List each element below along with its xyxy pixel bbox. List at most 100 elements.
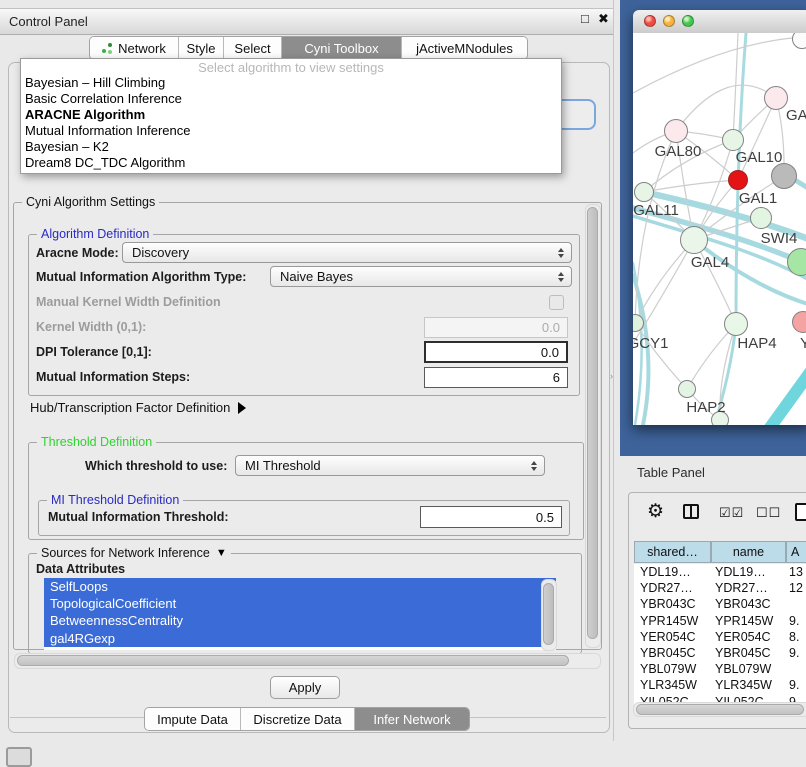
- network-node[interactable]: [722, 129, 744, 151]
- tab-discretize-data[interactable]: Discretize Data: [241, 708, 355, 730]
- select-all-checks-icon[interactable]: ☑☑: [719, 505, 744, 521]
- table-row[interactable]: YPR145WYPR145W9.: [634, 613, 806, 629]
- combo-arrows-icon: [558, 248, 564, 258]
- mi-threshold-label: Mutual Information Threshold:: [48, 510, 229, 525]
- table-row[interactable]: YBR045CYBR045C9.: [634, 645, 806, 661]
- threshold-definition-title: Threshold Definition: [37, 435, 156, 449]
- data-attributes-list: SelfLoops TopologicalCoefficient Between…: [44, 578, 556, 650]
- network-node-selected[interactable]: [728, 170, 748, 190]
- list-scrollbar-thumb[interactable]: [543, 583, 554, 645]
- close-window-icon[interactable]: [644, 15, 656, 27]
- tab-jactivemnodules[interactable]: jActiveMNodules: [402, 37, 527, 59]
- panel-title: Control Panel: [9, 14, 88, 29]
- new-table-icon[interactable]: [795, 503, 806, 521]
- settings-vscrollbar-thumb[interactable]: [587, 207, 598, 639]
- dropdown-item[interactable]: Dream8 DC_TDC Algorithm: [21, 155, 561, 171]
- control-panel-tabs: Network Style Select Cyni Toolbox jActiv…: [89, 36, 528, 60]
- node-label: GAL4: [691, 254, 729, 271]
- node-label: GAL1: [739, 190, 777, 207]
- deselect-all-checks-icon[interactable]: ☐☐: [756, 505, 781, 521]
- list-item[interactable]: TopologicalCoefficient: [44, 595, 556, 612]
- manual-kernel-checkbox[interactable]: [549, 295, 564, 310]
- columns-icon[interactable]: [683, 504, 699, 519]
- manual-kernel-label: Manual Kernel Width Definition: [36, 295, 221, 310]
- expanded-arrow-icon: ▼: [216, 547, 227, 559]
- kernel-width-input[interactable]: 0.0: [424, 317, 568, 338]
- dpi-tolerance-label: DPI Tolerance [0,1]:: [36, 345, 152, 360]
- network-node[interactable]: [634, 182, 654, 202]
- dropdown-item[interactable]: Bayesian – K2: [21, 139, 561, 155]
- which-threshold-select[interactable]: MI Threshold: [235, 455, 545, 476]
- docked-panel-icon[interactable]: [6, 747, 32, 767]
- node-label: GAL10: [736, 149, 783, 166]
- node-label: GCY1: [633, 335, 668, 352]
- dpi-tolerance-input[interactable]: 0.0: [424, 341, 568, 363]
- settings-group-title: Cyni Algorithm Settings: [22, 195, 159, 209]
- bottom-tabs: Impute Data Discretize Data Infer Networ…: [144, 707, 470, 731]
- tab-select[interactable]: Select: [224, 37, 282, 59]
- table-row[interactable]: YDR27…YDR27…12: [634, 580, 806, 596]
- dropdown-item[interactable]: Bayesian – Hill Climbing: [21, 75, 561, 91]
- network-node[interactable]: [771, 163, 797, 189]
- minimize-window-icon[interactable]: [663, 15, 675, 27]
- network-node[interactable]: [664, 119, 688, 143]
- network-node[interactable]: [750, 207, 772, 229]
- network-window-titlebar[interactable]: [633, 10, 806, 34]
- apply-button[interactable]: Apply: [270, 676, 340, 699]
- tab-impute-data[interactable]: Impute Data: [145, 708, 241, 730]
- table-row[interactable]: YBL079WYBL079W: [634, 661, 806, 677]
- table-hscrollbar-thumb[interactable]: [636, 704, 804, 715]
- column-header-third[interactable]: A: [786, 541, 806, 563]
- combo-arrows-icon: [531, 461, 537, 471]
- column-header-shared-name[interactable]: shared…: [634, 541, 711, 563]
- dropdown-placeholder: Select algorithm to view settings: [21, 60, 561, 75]
- node-label: GAL11: [633, 202, 679, 219]
- table-row[interactable]: YDL19…YDL19…13: [634, 564, 806, 580]
- network-canvas[interactable]: GAL80 GAL10 GAL1 SWI4 GAL11 GAL4 GCY1 HA…: [633, 33, 806, 425]
- table-hscrollbar-track[interactable]: [633, 702, 806, 717]
- hub-definition-expander[interactable]: Hub/Transcription Factor Definition: [30, 400, 246, 415]
- gear-icon[interactable]: ⚙: [647, 502, 664, 521]
- control-panel: Control Panel □ ✖ Network Style Select C…: [0, 0, 614, 741]
- network-node[interactable]: [764, 86, 788, 110]
- which-threshold-label: Which threshold to use:: [85, 459, 227, 474]
- table-body: YDL19…YDL19…13 YDR27…YDR27…12 YBR043CYBR…: [634, 564, 806, 710]
- network-node[interactable]: [724, 312, 748, 336]
- list-item[interactable]: BetweennessCentrality: [44, 612, 556, 629]
- settings-vscrollbar-track[interactable]: [585, 204, 601, 648]
- combo-arrows-icon: [558, 272, 564, 282]
- control-panel-titlebar: Control Panel: [0, 8, 613, 35]
- splitter-handle[interactable]: ›: [610, 371, 613, 381]
- mi-steps-input[interactable]: 6: [424, 367, 568, 388]
- dropdown-item[interactable]: Basic Correlation Inference: [21, 91, 561, 107]
- algorithm-dropdown: Select algorithm to view settings Bayesi…: [20, 58, 562, 174]
- tab-network[interactable]: Network: [90, 37, 179, 59]
- zoom-window-icon[interactable]: [682, 15, 694, 27]
- list-item[interactable]: SelfLoops: [44, 578, 556, 595]
- table-row[interactable]: YER054CYER054C8.: [634, 629, 806, 645]
- table-row[interactable]: YLR345WYLR345W9.: [634, 677, 806, 693]
- settings-hscrollbar-track[interactable]: [14, 653, 601, 669]
- network-node[interactable]: [680, 226, 708, 254]
- dropdown-item[interactable]: Mutual Information Inference: [21, 123, 561, 139]
- network-window: GAL80 GAL10 GAL1 SWI4 GAL11 GAL4 GCY1 HA…: [633, 10, 806, 425]
- tab-cyni-toolbox[interactable]: Cyni Toolbox: [282, 37, 402, 59]
- mi-threshold-input[interactable]: 0.5: [420, 506, 562, 528]
- column-header-name[interactable]: name: [711, 541, 786, 563]
- node-label: HAP4: [737, 335, 776, 352]
- float-panel-icon[interactable]: □: [581, 11, 589, 26]
- settings-hscrollbar-thumb[interactable]: [17, 655, 569, 666]
- network-node[interactable]: [678, 380, 696, 398]
- list-scrollbar-track[interactable]: [541, 579, 557, 651]
- aracne-mode-select[interactable]: Discovery: [122, 242, 572, 263]
- mi-type-select[interactable]: Naive Bayes: [270, 266, 572, 287]
- close-panel-icon[interactable]: ✖: [598, 11, 609, 27]
- table-row[interactable]: YBR043CYBR043C: [634, 596, 806, 612]
- tab-style[interactable]: Style: [179, 37, 224, 59]
- node-label: SWI4: [761, 230, 798, 247]
- sources-group-title-row[interactable]: Sources for Network Inference ▼: [37, 546, 231, 560]
- tab-infer-network[interactable]: Infer Network: [355, 708, 469, 730]
- list-item[interactable]: gal4RGexp: [44, 630, 556, 647]
- dropdown-item-selected[interactable]: ARACNE Algorithm: [21, 107, 561, 123]
- table-panel-title: Table Panel: [637, 465, 705, 480]
